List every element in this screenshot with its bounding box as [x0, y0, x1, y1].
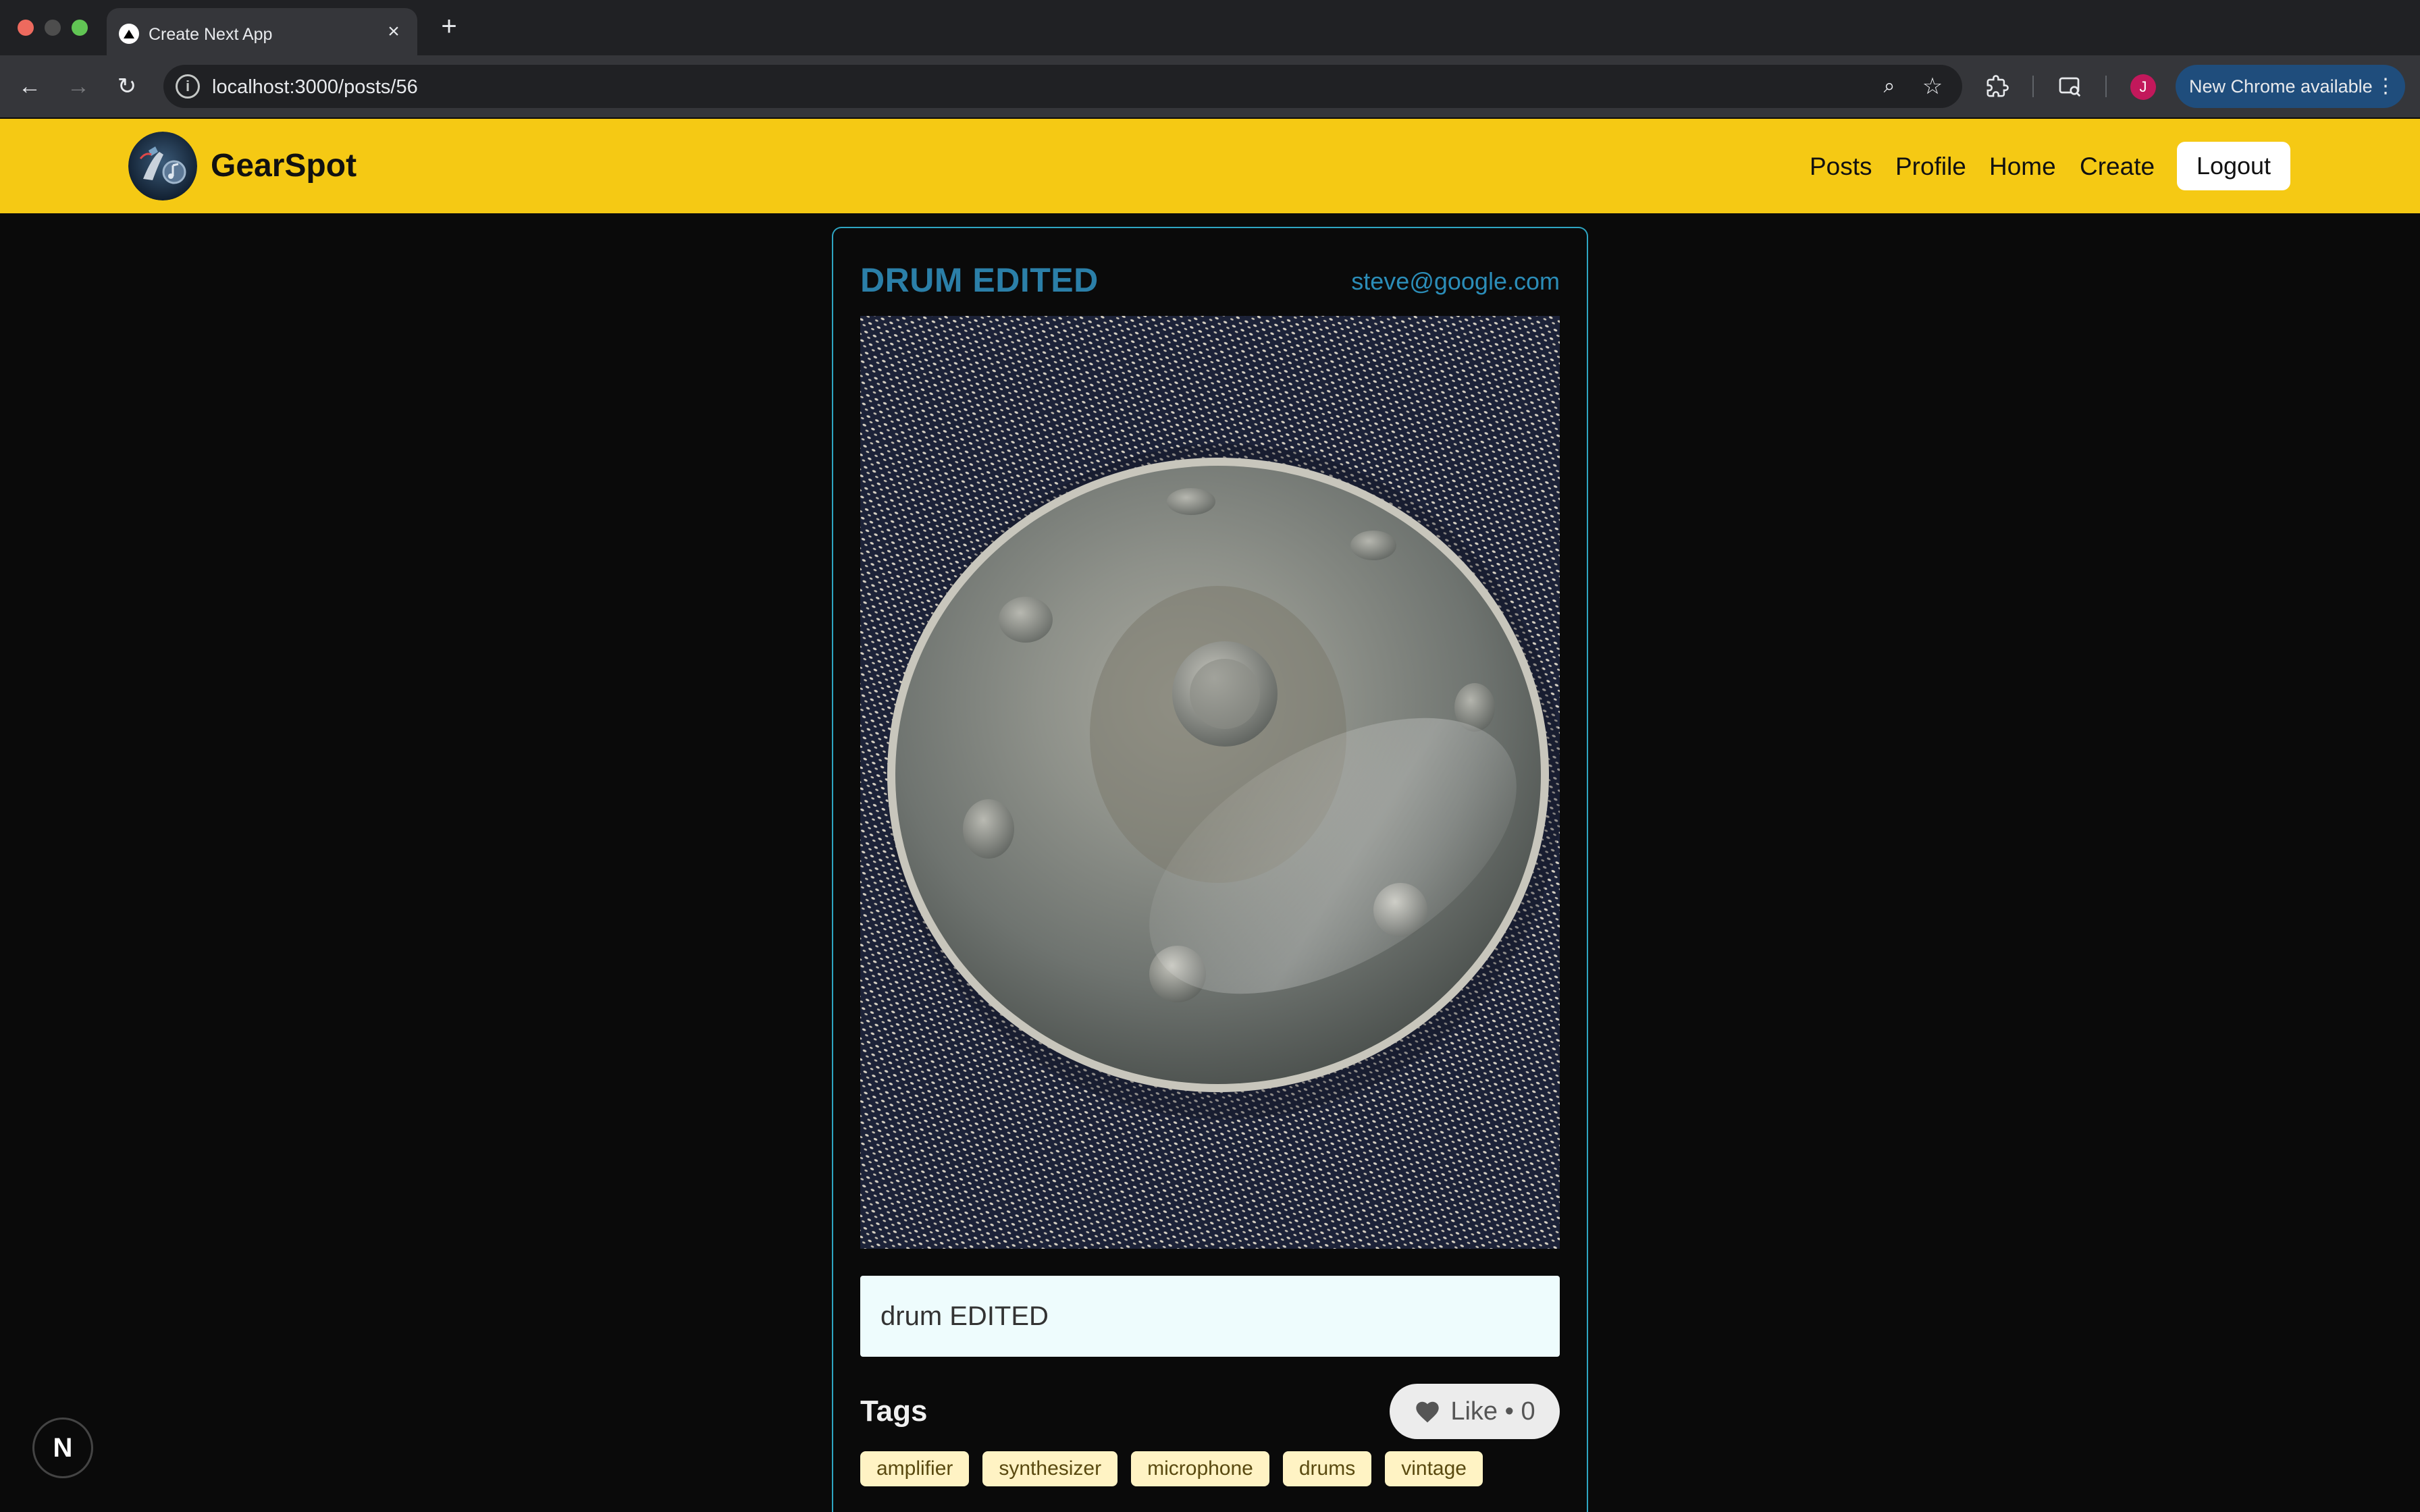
bookmark-star-icon[interactable]: ☆	[1919, 73, 1946, 100]
new-chrome-label: New Chrome available	[2189, 76, 2373, 97]
zoom-icon[interactable]: ⌕	[1876, 73, 1903, 100]
tag-chip[interactable]: microphone	[1131, 1451, 1269, 1486]
tag-chip[interactable]: drums	[1282, 1451, 1372, 1486]
browser-toolbar: ← → ↻ i localhost:3000/posts/56 ⌕ ☆ J Ne…	[0, 55, 2420, 117]
tab-title: Create Next App	[149, 25, 273, 44]
browser-tab[interactable]: Create Next App ×	[107, 8, 417, 55]
url-text[interactable]: localhost:3000/posts/56	[212, 76, 418, 99]
nav-create-link[interactable]: Create	[2080, 153, 2155, 181]
post-caption: drum EDITED	[860, 1276, 1560, 1357]
tag-chip[interactable]: vintage	[1385, 1451, 1483, 1486]
post-author-email[interactable]: steve@google.com	[1351, 267, 1560, 296]
like-button[interactable]: Like • 0	[1390, 1384, 1560, 1439]
profile-avatar[interactable]: J	[2130, 74, 2156, 100]
window-close-icon[interactable]	[18, 20, 34, 36]
toolbar-divider	[2032, 76, 2034, 97]
toolbar-divider	[2105, 76, 2107, 97]
browser-tabstrip: Create Next App × +	[0, 0, 2420, 55]
reload-icon[interactable]: ↻	[111, 70, 143, 103]
brand-name[interactable]: GearSpot	[211, 147, 357, 184]
site-info-icon[interactable]: i	[176, 74, 200, 99]
window-maximize-icon[interactable]	[72, 20, 88, 36]
nextjs-favicon-icon	[119, 24, 139, 44]
address-bar[interactable]: i localhost:3000/posts/56 ⌕ ☆	[163, 65, 1962, 108]
brand-logo[interactable]	[128, 132, 197, 200]
post-card: DRUM EDITED steve@google.com drum EDITED…	[832, 227, 1588, 1512]
chrome-menu-icon[interactable]: ⋮	[2375, 65, 2396, 108]
post-title: DRUM EDITED	[860, 261, 1099, 299]
nav-profile-link[interactable]: Profile	[1895, 153, 1966, 181]
tags-list: amplifier synthesizer microphone drums v…	[860, 1451, 1483, 1486]
forward-arrow-icon[interactable]: →	[62, 70, 95, 103]
logout-button[interactable]: Logout	[2177, 142, 2290, 190]
like-label: Like • 0	[1450, 1397, 1535, 1426]
nav-posts-link[interactable]: Posts	[1810, 153, 1872, 181]
tags-heading: Tags	[860, 1395, 928, 1428]
nextjs-dev-indicator-icon[interactable]: N	[32, 1418, 93, 1478]
back-arrow-icon[interactable]: ←	[14, 70, 46, 103]
tag-chip[interactable]: amplifier	[860, 1451, 970, 1486]
nav-home-link[interactable]: Home	[1989, 153, 2056, 181]
tab-search-icon[interactable]	[2054, 70, 2086, 103]
new-tab-icon[interactable]: +	[435, 12, 463, 40]
window-minimize-icon[interactable]	[45, 20, 61, 36]
post-image	[860, 316, 1560, 1249]
tab-close-icon[interactable]: ×	[382, 20, 405, 43]
app-header: GearSpot Posts Profile Home Create Logou…	[0, 119, 2420, 213]
extensions-puzzle-icon[interactable]	[1981, 70, 2014, 103]
heart-icon	[1416, 1401, 1440, 1423]
new-chrome-available-button[interactable]: New Chrome available ⋮	[2176, 65, 2405, 108]
tag-chip[interactable]: synthesizer	[982, 1451, 1118, 1486]
